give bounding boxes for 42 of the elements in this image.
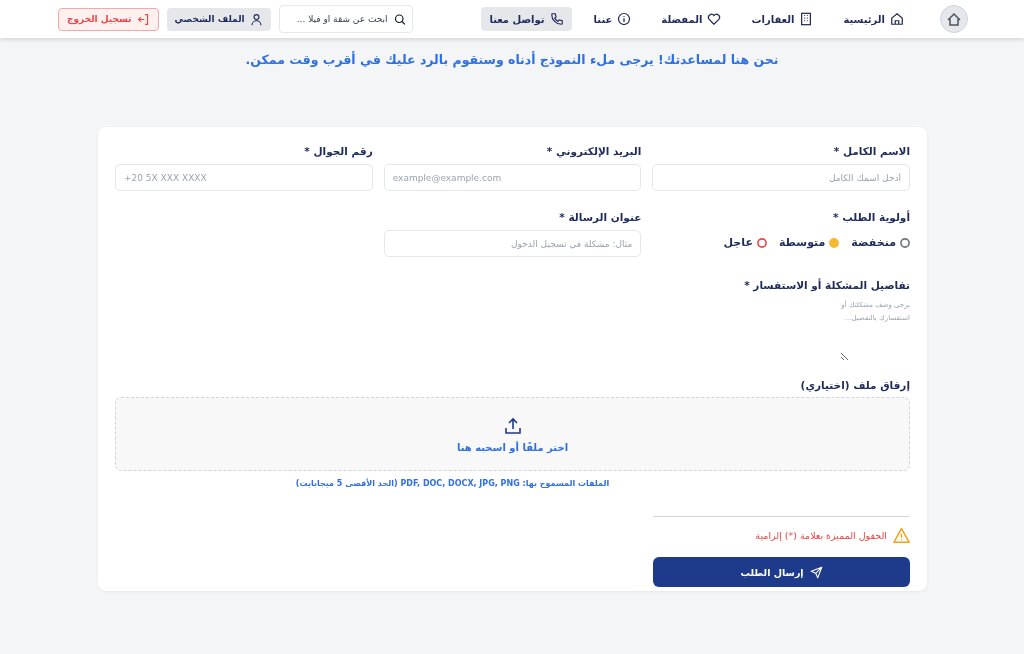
- allowed-files-hint: الملفات المسموح بها: PDF, DOC, DOCX, JPG, PNG (الحد الأقصى 5 ميجابايت): [295, 479, 610, 488]
- radio-button[interactable]: [829, 237, 840, 248]
- radio-button[interactable]: [756, 237, 767, 248]
- field-label: تفاصيل المشكلة أو الاستفسار *: [743, 279, 910, 291]
- field-label: الاسم الكامل *: [832, 145, 910, 157]
- nav-link[interactable]: عننا: [585, 7, 640, 31]
- nav-link[interactable]: الرئيسية: [835, 7, 912, 31]
- priority-option[interactable]: متوسطة: [778, 236, 840, 249]
- send-icon: [809, 565, 823, 579]
- priority-option[interactable]: منخفضة: [851, 236, 910, 249]
- drop-zone-text: اختر ملفًا أو اسحبه هنا: [456, 441, 569, 453]
- intro-text: نحن هنا لمساعدتك! يرجى ملء النموذج أدناه وسنقوم بالرد عليك في أقرب وقت ممكن.: [244, 52, 780, 67]
- input-field[interactable]: مثال: مشكلة في تسجيل الدخول: [383, 230, 642, 257]
- building-icon: [799, 12, 814, 26]
- field-label: عنوان الرسالة *: [558, 211, 642, 223]
- info-icon: [617, 12, 632, 26]
- input-field[interactable]: example@example.com: [383, 164, 642, 191]
- logout-icon: [136, 12, 150, 26]
- radio-button[interactable]: [900, 237, 910, 248]
- field-label: رقم الجوال *: [303, 145, 373, 157]
- user-icon: [249, 12, 263, 26]
- input-field[interactable]: +20 5X XXX XXXX: [115, 164, 373, 191]
- nav-link[interactable]: المفضلة: [653, 7, 730, 31]
- priority-option[interactable]: عاجل: [723, 236, 767, 249]
- heart-icon: [707, 12, 722, 26]
- search-icon: [393, 12, 406, 26]
- phone-icon: [549, 12, 564, 26]
- nav-link[interactable]: العقارات: [743, 7, 822, 31]
- submit-button[interactable]: إرسال الطلب: [653, 557, 910, 587]
- upload-icon: [502, 415, 523, 436]
- required-fields-note: الحقول المميزة بعلامة (*) إلزامية: [755, 530, 887, 541]
- home-icon: [890, 12, 904, 26]
- logo-icon[interactable]: [940, 5, 968, 33]
- field-label: أولوية الطلب *: [832, 211, 910, 223]
- profile-button[interactable]: الملف الشخصي: [166, 7, 271, 31]
- warning-icon: [893, 527, 910, 544]
- search-input[interactable]: ابحث عن شقة او فيلا ...: [285, 13, 390, 25]
- search-field[interactable]: ابحث عن شقة او فيلا ...: [278, 5, 413, 33]
- file-drop-zone[interactable]: اختر ملفًا أو اسحبه هنا: [115, 397, 910, 471]
- nav-link[interactable]: تواصل معنا: [481, 7, 572, 31]
- field-label: البريد الإلكتروني *: [545, 145, 642, 157]
- field-label: إرفاق ملف (اختياري): [799, 379, 910, 391]
